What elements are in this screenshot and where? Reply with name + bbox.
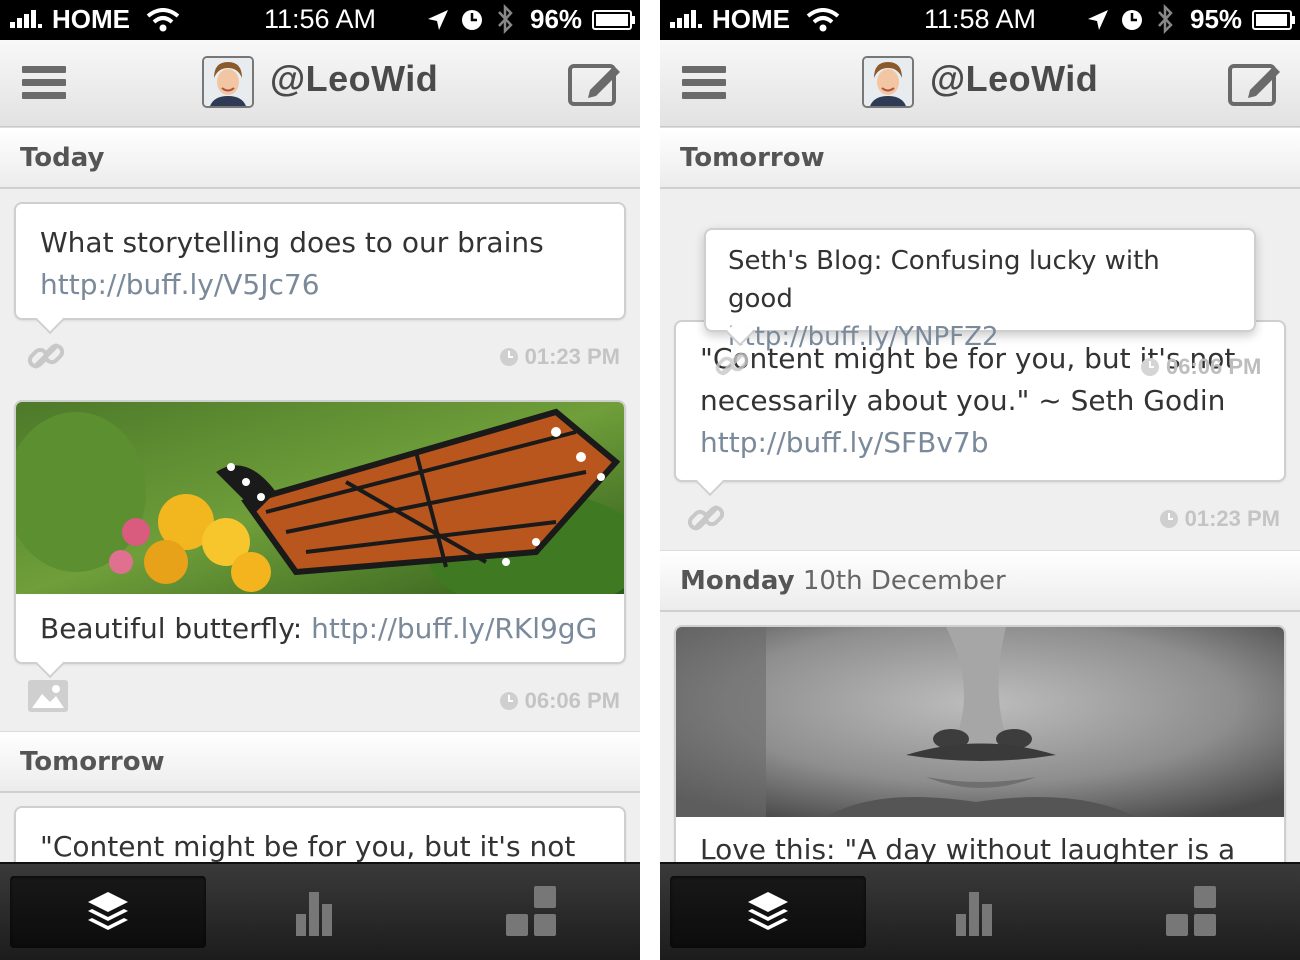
tab-accounts[interactable] xyxy=(434,876,630,948)
dragged-post-card[interactable]: Seth's Blog: Confusing lucky with good h… xyxy=(704,228,1256,352)
analytics-bars-icon xyxy=(296,892,332,936)
battery-percent: 96% xyxy=(530,4,583,34)
post-text: Beautiful butterfly: xyxy=(40,612,312,645)
apps-blocks-icon xyxy=(1166,886,1216,936)
section-day: Monday xyxy=(680,566,795,596)
tab-analytics[interactable] xyxy=(882,876,1078,948)
layers-icon xyxy=(748,892,788,930)
post-time: 06:06 PM xyxy=(499,688,620,714)
status-bar: HOME 11:56 AM 96% xyxy=(0,0,640,40)
clock-icon xyxy=(499,692,518,710)
section-header-tomorrow: Tomorrow xyxy=(660,127,1300,189)
clock-icon xyxy=(499,348,518,366)
post-text-block: Beautiful butterfly: http://buff.ly/RKl9… xyxy=(16,594,624,668)
status-time: 11:56 AM xyxy=(263,4,377,34)
mustache-man-image xyxy=(676,627,1284,817)
nav-bar: @LeoWid xyxy=(0,40,640,128)
post-text: What storytelling does to our brains xyxy=(40,226,544,259)
hamburger-menu-icon[interactable] xyxy=(682,64,726,102)
butterfly-photo-icon xyxy=(16,402,624,594)
location-arrow-icon xyxy=(428,10,448,30)
status-time: 11:58 AM xyxy=(923,4,1037,34)
post-text: "Content might be for you, but it's not xyxy=(40,830,576,863)
battery-icon xyxy=(592,10,635,30)
post-time-text: 01:23 PM xyxy=(1184,506,1280,531)
avatar-portrait-icon xyxy=(204,58,252,106)
signal-icon xyxy=(670,10,702,28)
link-icon xyxy=(27,343,65,369)
butterfly-image xyxy=(16,402,624,594)
post-link[interactable]: http://buff.ly/SFBv7b xyxy=(700,426,989,459)
section-header-today: Today xyxy=(0,127,640,189)
clock-icon xyxy=(1159,510,1178,528)
post-time: 01:23 PM xyxy=(499,344,620,370)
post-time-text: 06:06 PM xyxy=(524,688,620,713)
bluetooth-icon xyxy=(1158,4,1173,34)
compose-icon[interactable] xyxy=(1228,60,1282,106)
wifi-icon xyxy=(806,8,840,32)
post-text-block: What storytelling does to our brains htt… xyxy=(16,204,624,324)
post-text-block: Seth's Blog: Confusing lucky with good h… xyxy=(706,230,1254,368)
compose-icon[interactable] xyxy=(568,60,622,106)
bluetooth-icon xyxy=(498,4,513,34)
layers-icon xyxy=(88,892,128,930)
post-link[interactable]: http://buff.ly/V5Jc76 xyxy=(40,268,320,301)
tab-analytics[interactable] xyxy=(222,876,418,948)
link-icon xyxy=(715,352,749,376)
section-day: Tomorrow xyxy=(680,143,825,173)
post-card-image[interactable]: Beautiful butterfly: http://buff.ly/RKl9… xyxy=(14,400,626,679)
signal-icon xyxy=(10,10,42,28)
section-date: 10th December xyxy=(794,566,1006,596)
image-icon xyxy=(28,680,68,712)
post-time-text: 01:23 PM xyxy=(524,344,620,369)
section-day: Today xyxy=(20,143,105,173)
tab-queue[interactable] xyxy=(670,876,866,948)
nav-bar: @LeoWid xyxy=(660,40,1300,128)
section-header-monday: Monday 10th December xyxy=(660,550,1300,612)
phone-screen-right: HOME 11:58 AM 95% @LeoWid Tomorrow "Cont… xyxy=(660,0,1300,960)
post-time: 01:23 PM xyxy=(1159,506,1280,532)
avatar-portrait-icon xyxy=(864,58,912,106)
apps-blocks-icon xyxy=(506,886,556,936)
phone-screen-left: HOME 11:56 AM 96% @LeoWid Today What sto… xyxy=(0,0,640,960)
tab-bar xyxy=(0,862,640,960)
post-card[interactable]: What storytelling does to our brains htt… xyxy=(14,202,626,335)
status-bar: HOME 11:58 AM 95% xyxy=(660,0,1300,40)
avatar[interactable] xyxy=(202,56,254,108)
account-title: @LeoWid xyxy=(930,58,1099,99)
location-arrow-icon xyxy=(1088,10,1108,30)
tab-accounts[interactable] xyxy=(1094,876,1290,948)
section-header-tomorrow: Tomorrow xyxy=(0,731,640,793)
mustache-man-photo-icon xyxy=(676,627,1284,817)
post-link[interactable]: http://buff.ly/RKl9gG xyxy=(311,612,597,645)
alarm-clock-icon xyxy=(1122,10,1142,30)
avatar[interactable] xyxy=(862,56,914,108)
wifi-icon xyxy=(146,8,180,32)
section-day: Tomorrow xyxy=(20,747,165,777)
link-icon xyxy=(687,505,725,531)
hamburger-menu-icon[interactable] xyxy=(22,64,66,102)
post-text: Seth's Blog: Confusing lucky with good xyxy=(728,246,1160,314)
alarm-clock-icon xyxy=(462,10,482,30)
post-link[interactable]: http://buff.ly/YNPFZ2 xyxy=(728,322,999,352)
battery-percent: 95% xyxy=(1190,4,1243,34)
account-title: @LeoWid xyxy=(270,58,439,99)
tab-bar xyxy=(660,862,1300,960)
battery-icon xyxy=(1252,10,1295,30)
carrier-label: HOME xyxy=(52,4,130,34)
carrier-label: HOME xyxy=(712,4,790,34)
analytics-bars-icon xyxy=(956,892,992,936)
tab-queue[interactable] xyxy=(10,876,206,948)
